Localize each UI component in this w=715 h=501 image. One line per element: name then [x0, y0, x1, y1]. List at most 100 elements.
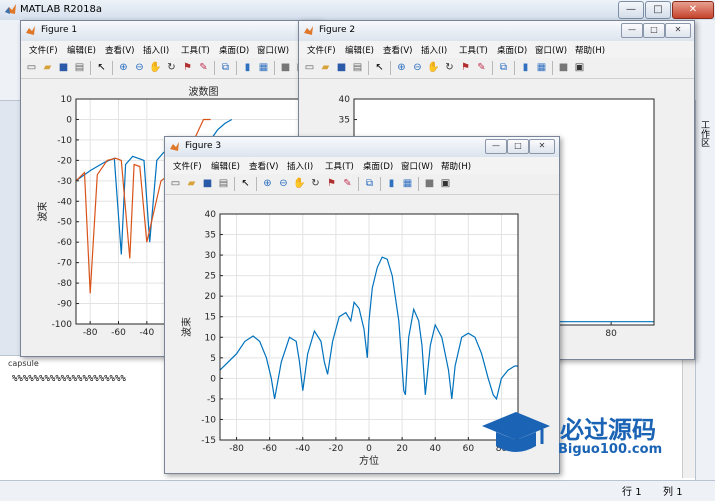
y-tick-label: -90	[57, 300, 72, 310]
figure2-maximize-button[interactable]: □	[643, 23, 665, 38]
menu-item-6[interactable]: 窗口(W)	[535, 44, 567, 56]
brush-icon[interactable]: ✎	[341, 177, 354, 190]
print-icon[interactable]: ▤	[351, 61, 364, 74]
figure2-close-button[interactable]: ✕	[665, 23, 691, 38]
minimize-button[interactable]: —	[618, 1, 644, 19]
open-folder-icon[interactable]: ▰	[319, 61, 332, 74]
menu-item-2[interactable]: 查看(V)	[249, 160, 278, 172]
brush-icon[interactable]: ✎	[475, 61, 488, 74]
menu-item-3[interactable]: 插入(I)	[287, 160, 313, 172]
print-icon[interactable]: ▤	[217, 177, 230, 190]
legend-icon[interactable]: ▦	[535, 61, 548, 74]
show-tools-icon[interactable]: ▣	[439, 177, 452, 190]
menu-item-2[interactable]: 查看(V)	[383, 44, 412, 56]
menu-item-5[interactable]: 桌面(D)	[363, 160, 393, 172]
matlab-figure-icon	[26, 26, 35, 35]
link-icon[interactable]: ⧉	[497, 61, 510, 74]
matlab-window-title: MATLAB R2018a	[20, 4, 103, 15]
figure3-minimize-button[interactable]: —	[485, 139, 507, 154]
menu-item-4[interactable]: 工具(T)	[459, 44, 488, 56]
chart-title: 波数图	[189, 85, 219, 98]
figure3-maximize-button[interactable]: □	[507, 139, 529, 154]
menu-item-1[interactable]: 编辑(E)	[345, 44, 374, 56]
zoom-in-icon[interactable]: ⊕	[261, 177, 274, 190]
y-tick-label: -100	[52, 320, 73, 330]
new-file-icon[interactable]: ▭	[25, 61, 38, 74]
colorbar-icon[interactable]: ▮	[385, 177, 398, 190]
legend-icon[interactable]: ▦	[401, 177, 414, 190]
x-tick-label: 40	[429, 444, 441, 454]
rotate-icon[interactable]: ↻	[165, 61, 178, 74]
menu-item-4[interactable]: 工具(T)	[181, 44, 210, 56]
figure2-title: Figure 2	[319, 25, 356, 35]
zoom-out-icon[interactable]: ⊖	[133, 61, 146, 74]
new-file-icon[interactable]: ▭	[169, 177, 182, 190]
new-file-icon[interactable]: ▭	[303, 61, 316, 74]
show-tools-icon[interactable]: ▣	[573, 61, 586, 74]
menu-item-1[interactable]: 编辑(E)	[67, 44, 96, 56]
x-tick-label: -80	[229, 444, 244, 454]
menu-item-1[interactable]: 编辑(E)	[211, 160, 240, 172]
menu-item-0[interactable]: 文件(F)	[307, 44, 336, 56]
colorbar-icon[interactable]: ▮	[241, 61, 254, 74]
status-col-value: 1	[676, 487, 683, 498]
menu-item-4[interactable]: 工具(T)	[325, 160, 354, 172]
menu-item-0[interactable]: 文件(F)	[29, 44, 58, 56]
data-cursor-icon[interactable]: ⚑	[459, 61, 472, 74]
menu-item-3[interactable]: 插入(I)	[143, 44, 169, 56]
save-icon[interactable]: ■	[201, 177, 214, 190]
menu-item-2[interactable]: 查看(V)	[105, 44, 134, 56]
hide-tools-icon[interactable]: ■	[557, 61, 570, 74]
link-icon[interactable]: ⧉	[219, 61, 232, 74]
print-icon[interactable]: ▤	[73, 61, 86, 74]
command-output: %%%%%%%%%%%%%%%%%%%%%	[12, 374, 126, 384]
zoom-out-icon[interactable]: ⊖	[277, 177, 290, 190]
workspace-tab[interactable]: 工作区	[697, 120, 711, 147]
figure1-menubar: 文件(F) 编辑(E) 查看(V) 插入(I) 工具(T) 桌面(D) 窗口(W)	[21, 41, 321, 59]
pan-icon[interactable]: ✋	[149, 61, 162, 74]
watermark-brand: 必过源码	[560, 416, 656, 444]
save-icon[interactable]: ■	[57, 61, 70, 74]
legend-icon[interactable]: ▦	[257, 61, 270, 74]
y-axis-label: 波束	[180, 317, 193, 337]
menu-item-0[interactable]: 文件(F)	[173, 160, 202, 172]
zoom-in-icon[interactable]: ⊕	[117, 61, 130, 74]
pointer-icon[interactable]: ↖	[373, 61, 386, 74]
pointer-icon[interactable]: ↖	[95, 61, 108, 74]
menu-item-7[interactable]: 帮助(H)	[575, 44, 605, 56]
menu-item-7[interactable]: 帮助(H)	[441, 160, 471, 172]
maximize-button[interactable]: □	[645, 1, 671, 19]
colorbar-icon[interactable]: ▮	[519, 61, 532, 74]
command-window-label: capsule	[8, 359, 39, 368]
open-folder-icon[interactable]: ▰	[185, 177, 198, 190]
pan-icon[interactable]: ✋	[427, 61, 440, 74]
hide-tools-icon[interactable]: ■	[423, 177, 436, 190]
pointer-icon[interactable]: ↖	[239, 177, 252, 190]
data-cursor-icon[interactable]: ⚑	[181, 61, 194, 74]
matlab-figure-icon	[304, 26, 313, 35]
figure3-close-button[interactable]: ✕	[529, 139, 555, 154]
menu-item-5[interactable]: 桌面(D)	[219, 44, 249, 56]
figure2-minimize-button[interactable]: —	[621, 23, 643, 38]
zoom-out-icon[interactable]: ⊖	[411, 61, 424, 74]
menu-item-6[interactable]: 窗口(W)	[401, 160, 433, 172]
menu-item-3[interactable]: 插入(I)	[421, 44, 447, 56]
y-tick-label: -40	[57, 197, 72, 207]
rotate-icon[interactable]: ↻	[309, 177, 322, 190]
save-icon[interactable]: ■	[335, 61, 348, 74]
menu-item-6[interactable]: 窗口(W)	[257, 44, 289, 56]
brush-icon[interactable]: ✎	[197, 61, 210, 74]
link-icon[interactable]: ⧉	[363, 177, 376, 190]
y-axis-label: 波束	[36, 202, 49, 222]
data-cursor-icon[interactable]: ⚑	[325, 177, 338, 190]
figure3-titlebar: Figure 3 — □ ✕	[165, 137, 559, 157]
zoom-in-icon[interactable]: ⊕	[395, 61, 408, 74]
close-button[interactable]: ✕	[672, 1, 714, 19]
hide-tools-icon[interactable]: ■	[279, 61, 292, 74]
pan-icon[interactable]: ✋	[293, 177, 306, 190]
x-tick-label: -60	[111, 328, 126, 338]
menu-item-5[interactable]: 桌面(D)	[497, 44, 527, 56]
y-tick-label: 30	[205, 251, 217, 261]
rotate-icon[interactable]: ↻	[443, 61, 456, 74]
open-folder-icon[interactable]: ▰	[41, 61, 54, 74]
